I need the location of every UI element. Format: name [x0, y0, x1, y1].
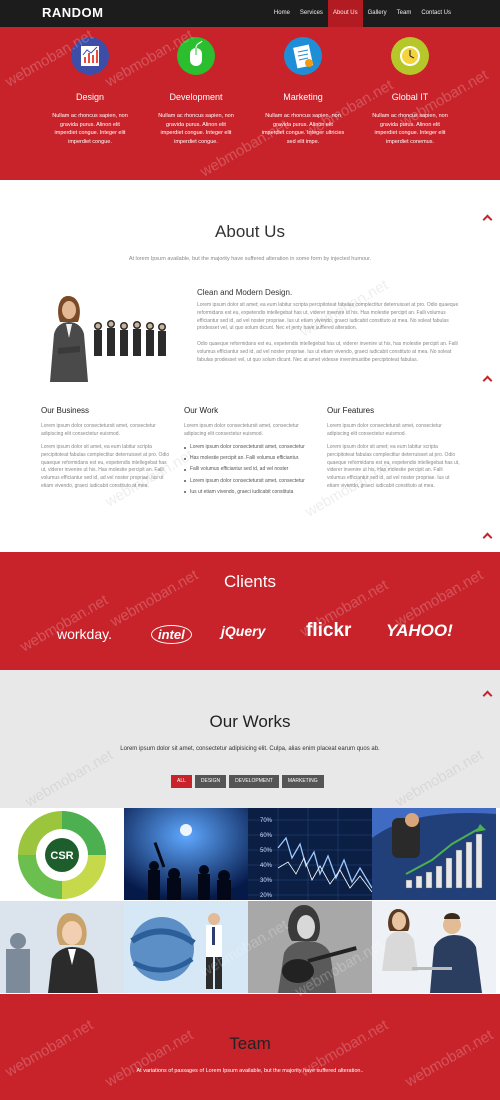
tick-label: 20%: [260, 893, 273, 899]
service-design: Design Nullam ac rhoncus sapien, non gra…: [40, 37, 140, 146]
clients-title: Clients: [224, 572, 276, 591]
team-photo: [40, 288, 175, 382]
growth-chart-tile[interactable]: [372, 808, 496, 900]
filter-all[interactable]: ALL: [171, 775, 192, 788]
team-title: Team: [229, 1034, 271, 1053]
list-item: Lorem ipsum dolor consectetursit amet, c…: [184, 478, 319, 485]
csr-wheel-tile[interactable]: CSR: [0, 808, 124, 900]
works-title: Our Works: [209, 712, 291, 731]
tick-label: 70%: [260, 818, 273, 824]
yahoo-logo: YAHOO!: [386, 621, 453, 640]
about-paragraph-2: Odio quaeque reformidans est eu, expeten…: [197, 341, 458, 363]
flickr-logo: flickr: [306, 620, 352, 641]
service-text: Nullam ac rhoncus sapien, non gravida pu…: [372, 113, 448, 145]
works-filters: ALL DESIGN DEVELOPMENT MARKETING: [171, 775, 324, 788]
nav-item-about-us[interactable]: About Us: [327, 0, 363, 27]
service-text: Nullam ac rhoncus sapien, non gravida pu…: [261, 113, 345, 145]
our-features-title: Our Features: [327, 406, 375, 415]
clean-design-title: Clean and Modern Design.: [197, 288, 293, 297]
jquery-logo: jQuery: [221, 623, 266, 639]
about-paragraph-1: Lorem ipsum dolor sit amet; ea eum labit…: [197, 302, 459, 332]
our-work-title: Our Work: [184, 406, 219, 415]
scroll-up-icon[interactable]: [482, 375, 493, 386]
service-title: Global IT: [391, 92, 429, 102]
team-section: Team At variations of passages of Lorem …: [0, 994, 500, 1100]
about-title: About Us: [215, 222, 285, 241]
tick-label: 30%: [260, 878, 273, 884]
service-development: Development Nullam ac rhoncus sapien, no…: [146, 37, 246, 146]
nav-menu: Home Services About Us Gallery Team Cont…: [269, 0, 456, 27]
works-subtitle: Lorem ipsum dolor sit amet, consectetur …: [120, 746, 380, 752]
tick-label: 60%: [260, 833, 273, 839]
services-section: Design Nullam ac rhoncus sapien, non gra…: [0, 27, 500, 180]
list-item: Has molestie percipit an. Falli volumus …: [184, 455, 319, 462]
service-text: Nullam ac rhoncus sapien, non gravida pu…: [158, 113, 234, 145]
service-marketing: Marketing Nullam ac rhoncus sapien, non …: [253, 37, 353, 146]
chart-icon: [71, 37, 109, 75]
guitar-player-tile[interactable]: [248, 901, 372, 993]
our-features-body: Lorem ipsum dolor sit amet; ea eum labit…: [327, 444, 460, 489]
mouse-icon: [177, 37, 215, 75]
csr-label: CSR: [50, 850, 73, 862]
document-icon: [284, 37, 322, 75]
nav-item-team[interactable]: Team: [392, 0, 417, 27]
service-title: Marketing: [283, 92, 323, 102]
intel-logo: intel: [151, 625, 192, 644]
nav-item-services[interactable]: Services: [295, 0, 328, 27]
about-subtitle: At lorem Ipsum available, but the majori…: [128, 256, 372, 262]
nav-item-gallery[interactable]: Gallery: [363, 0, 392, 27]
our-work-intro: Lorem ipsum dolor consectetursit amet, c…: [184, 423, 299, 437]
filter-development[interactable]: DEVELOPMENT: [229, 775, 279, 788]
scroll-up-icon[interactable]: [482, 532, 493, 543]
site-logo[interactable]: RANDOM: [42, 5, 104, 20]
filter-marketing[interactable]: MARKETING: [281, 775, 324, 788]
list-item: Lorem ipsum dolor consectetursit amet, c…: [184, 444, 319, 451]
our-business-title: Our Business: [41, 406, 90, 415]
nav-item-contact-us[interactable]: Contact Us: [416, 0, 456, 27]
list-item: Ius ut etiam vivendo, graeci iudicabit c…: [184, 489, 319, 496]
our-business-intro: Lorem ipsum dolor consectetursit amet, c…: [41, 423, 156, 437]
concert-tile[interactable]: [124, 808, 248, 900]
meeting-tile[interactable]: [372, 901, 496, 993]
service-title: Development: [169, 92, 223, 102]
service-title: Design: [75, 92, 104, 102]
filter-design[interactable]: DESIGN: [194, 775, 227, 788]
tick-label: 50%: [260, 848, 273, 854]
service-text: Nullam ac rhoncus sapien, non gravida pu…: [52, 113, 128, 145]
navbar: RANDOM Home Services About Us Gallery Te…: [0, 0, 500, 27]
our-work-list: Lorem ipsum dolor consectetursit amet, c…: [184, 444, 319, 500]
business-woman-tile[interactable]: [0, 901, 124, 993]
tick-label: 40%: [260, 863, 273, 869]
globe-businessman-tile[interactable]: [124, 901, 248, 993]
service-global-it: Global IT Nullam ac rhoncus sapien, non …: [360, 37, 460, 146]
workday-logo: workday.: [57, 626, 112, 642]
clock-icon: [391, 37, 429, 75]
works-grid: CSR 70% 60% 50% 40% 30% 20%: [0, 808, 500, 994]
our-business-body: Lorem ipsum dolor sit amet, ea eum labit…: [41, 444, 170, 489]
list-item: Falli volumus efficiantur sed id, ad vel…: [184, 466, 319, 473]
stock-chart-tile[interactable]: 70% 60% 50% 40% 30% 20%: [248, 808, 372, 900]
our-features-intro: Lorem ipsum dolor consectetursit amet, c…: [327, 423, 442, 437]
nav-item-home[interactable]: Home: [269, 0, 295, 27]
team-subtitle: At variations of passages of Lorem Ipsum…: [136, 1068, 364, 1074]
clients-section: Clients workday. intel jQuery flickr YAH…: [0, 552, 500, 670]
